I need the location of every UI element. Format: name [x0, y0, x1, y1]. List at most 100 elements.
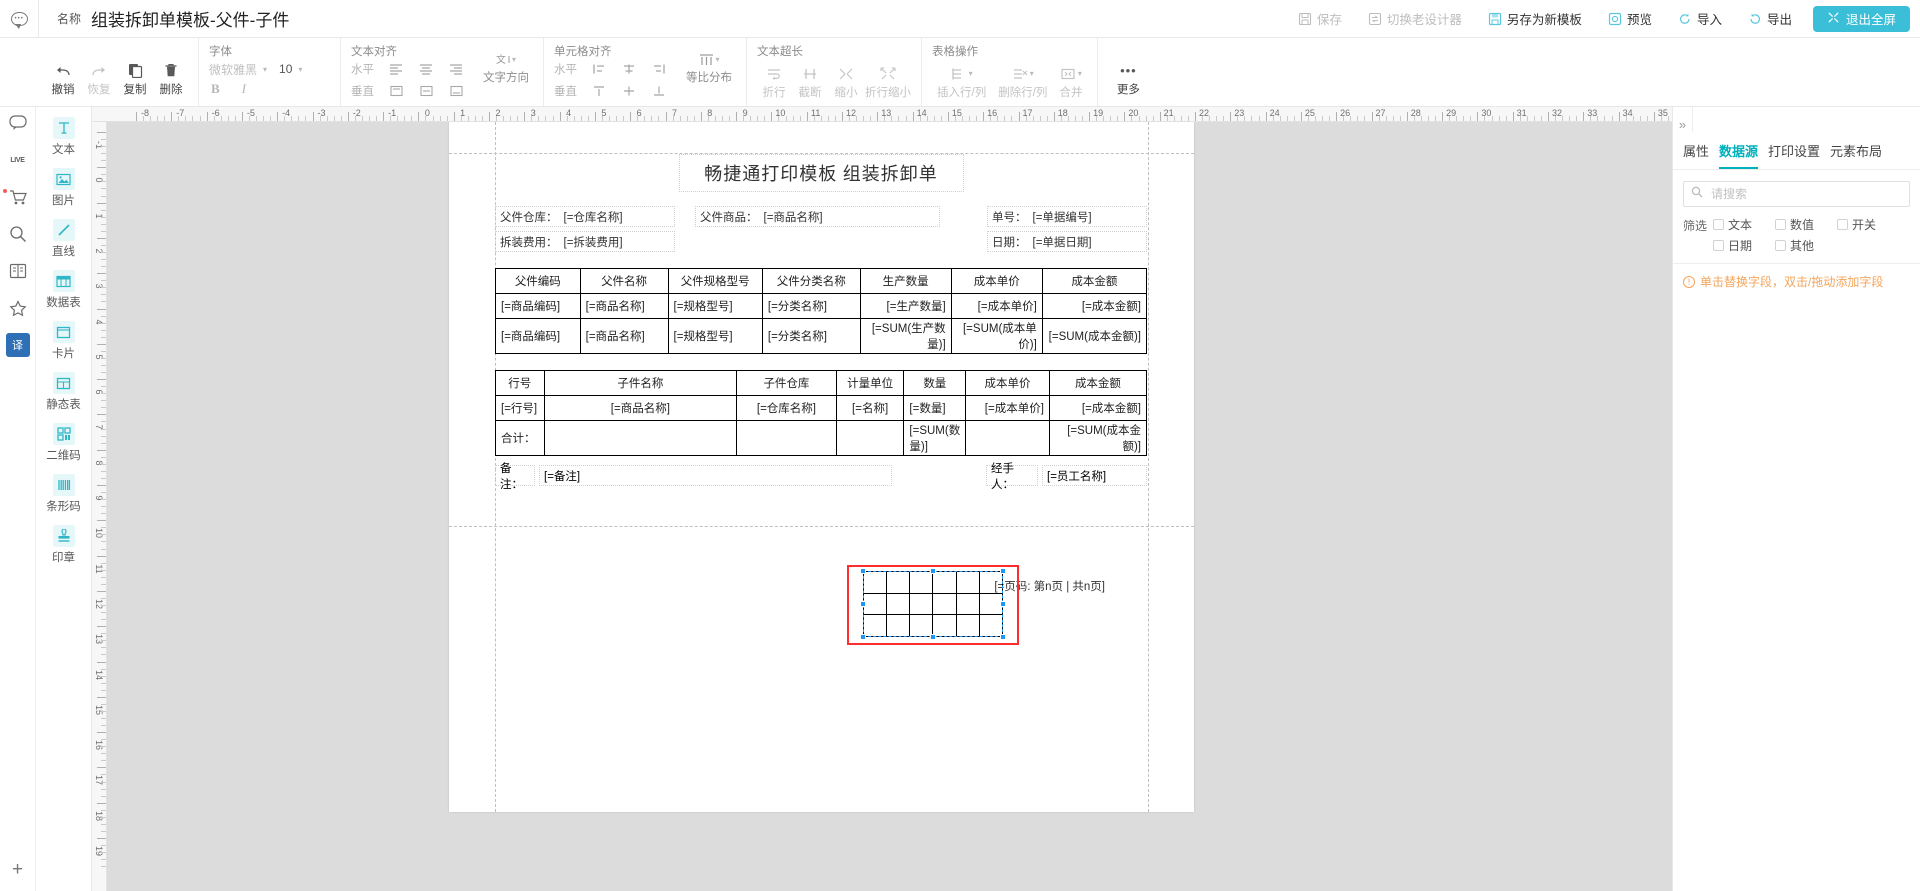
canvas-scroll-area[interactable]: 畅捷通打印模板 组装拆卸单 父件仓库： [=仓库名称] 父件商品： [=商品名称…: [107, 122, 1672, 891]
handler-label-box[interactable]: 经手人：: [986, 465, 1038, 486]
truncate-button[interactable]: 截断: [793, 62, 827, 100]
selected-static-table[interactable]: [847, 565, 1019, 645]
merge-cells-button[interactable]: ▾ 合并: [1054, 62, 1087, 100]
live-icon[interactable]: LIVE: [6, 148, 30, 172]
save-as-new-template-button[interactable]: 另存为新模板: [1475, 0, 1595, 38]
text-tool[interactable]: 文本: [37, 117, 91, 157]
delete-row-col-button[interactable]: ▾ 删除行/列: [993, 62, 1052, 100]
cell-valign-top-icon[interactable]: [584, 81, 614, 101]
insert-row-col-button[interactable]: ▾ 插入行/列: [932, 62, 991, 100]
import-button[interactable]: 导入: [1665, 0, 1735, 38]
parent-r1c6[interactable]: [=SUM(成本金额)]: [1042, 319, 1146, 354]
parent-r0c3[interactable]: [=分类名称]: [762, 294, 860, 319]
horizontal-ruler[interactable]: -8-7-6-5-4-3-2-1012345678910111213141516…: [92, 107, 1672, 122]
card-tool[interactable]: 卡片: [37, 321, 91, 361]
distribute-evenly-button[interactable]: ▾ 等比分布: [682, 50, 736, 85]
parent-r0c5[interactable]: [=成本单价]: [951, 294, 1042, 319]
valign-middle-icon[interactable]: [411, 81, 441, 101]
resize-handle-nw[interactable]: [860, 568, 866, 574]
child-total-label[interactable]: 合计：: [496, 421, 545, 456]
child-total-blank-4[interactable]: [966, 421, 1050, 456]
parent-r0c0[interactable]: [=商品编码]: [496, 294, 581, 319]
parent-r1c1[interactable]: [=商品名称]: [580, 319, 668, 354]
cart-icon[interactable]: [6, 185, 30, 209]
child-table[interactable]: 行号 子件名称 子件仓库 计量单位 数量 成本单价 成本金额: [495, 370, 1147, 456]
text-direction-button[interactable]: 文 ▾ 文字方向: [479, 50, 533, 85]
delete-button[interactable]: 删除: [154, 59, 188, 97]
cell-align-right-icon[interactable]: [644, 59, 674, 79]
remark-value-box[interactable]: [=备注]: [539, 465, 892, 486]
cell-align-center-icon[interactable]: [614, 59, 644, 79]
cell-valign-middle-icon[interactable]: [614, 81, 644, 101]
preview-button[interactable]: 预览: [1595, 0, 1665, 38]
copy-button[interactable]: 复制: [118, 59, 152, 97]
document-title[interactable]: 畅捷通打印模板 组装拆卸单: [679, 154, 964, 192]
child-r0c1[interactable]: [=商品名称]: [544, 396, 737, 421]
align-right-icon[interactable]: [441, 59, 471, 79]
italic-button[interactable]: I: [242, 81, 246, 97]
statictable-tool[interactable]: 静态表: [37, 372, 91, 412]
table-row[interactable]: [=行号] [=商品名称] [=仓库名称] [=名称] [=数量] [=成本单价…: [496, 396, 1147, 421]
tab-datasource[interactable]: 数据源: [1719, 141, 1758, 169]
child-r0c5[interactable]: [=成本单价]: [966, 396, 1050, 421]
resize-handle-n[interactable]: [930, 568, 936, 574]
font-family-value[interactable]: 微软雅黑: [209, 61, 257, 78]
parent-r0c4[interactable]: [=生产数量]: [860, 294, 951, 319]
resize-handle-sw[interactable]: [860, 634, 866, 640]
remark-label-box[interactable]: 备注：: [495, 465, 535, 486]
table-row[interactable]: [=商品编码] [=商品名称] [=规格型号] [=分类名称] [=生产数量] …: [496, 294, 1147, 319]
tab-properties[interactable]: 属性: [1683, 141, 1709, 169]
export-button[interactable]: 导出: [1735, 0, 1805, 38]
exit-fullscreen-button[interactable]: 退出全屏: [1813, 6, 1910, 32]
page-number-field[interactable]: [=页码: 第n页 | 共n页]: [495, 578, 1147, 594]
parent-r1c5[interactable]: [=SUM(成本单价)]: [951, 319, 1042, 354]
child-r0c6[interactable]: [=成本金额]: [1049, 396, 1146, 421]
qrcode-tool[interactable]: 二维码: [37, 423, 91, 463]
static-table-element[interactable]: [863, 571, 1003, 637]
filter-date-checkbox[interactable]: 日期: [1713, 237, 1775, 254]
field-disassembly-fee[interactable]: 拆装费用： [=拆装费用]: [495, 231, 675, 252]
parent-table[interactable]: 父件编码 父件名称 父件规格型号 父件分类名称 生产数量 成本单价 成本金额: [495, 268, 1147, 354]
child-total-amount[interactable]: [=SUM(成本金额)]: [1049, 421, 1146, 456]
add-tool-button[interactable]: +: [12, 859, 23, 881]
resize-handle-e[interactable]: [1000, 601, 1006, 607]
field-date[interactable]: 日期： [=单据日期]: [987, 231, 1147, 252]
translate-icon[interactable]: 译: [6, 333, 30, 357]
child-r0c2[interactable]: [=仓库名称]: [737, 396, 837, 421]
datatable-tool[interactable]: 数据表: [37, 270, 91, 310]
switch-old-designer-button[interactable]: 切换老设计器: [1355, 0, 1475, 38]
search-icon[interactable]: [6, 222, 30, 246]
undo-button[interactable]: 撤销: [46, 59, 80, 97]
table-total-row[interactable]: 合计： [=SUM(数量)] [=SUM(成本金额)]: [496, 421, 1147, 456]
stamp-tool[interactable]: 印章: [37, 525, 91, 565]
bold-button[interactable]: B: [211, 81, 220, 97]
field-parent-product[interactable]: 父件商品： [=商品名称]: [695, 206, 940, 227]
barcode-tool[interactable]: 条形码: [37, 474, 91, 514]
save-button[interactable]: 保存: [1285, 0, 1355, 38]
parent-r1c0[interactable]: [=商品编码]: [496, 319, 581, 354]
child-r0c4[interactable]: [=数量]: [904, 396, 966, 421]
child-total-qty[interactable]: [=SUM(数量)]: [904, 421, 966, 456]
child-total-blank-1[interactable]: [544, 421, 737, 456]
child-r0c3[interactable]: [=名称]: [836, 396, 904, 421]
filter-other-checkbox[interactable]: 其他: [1775, 237, 1837, 254]
field-parent-warehouse[interactable]: 父件仓库： [=仓库名称]: [495, 206, 675, 227]
font-family-caret-icon[interactable]: ▾: [263, 65, 267, 74]
font-size-value[interactable]: 10: [279, 62, 292, 76]
field-doc-number[interactable]: 单号： [=单据编号]: [987, 206, 1147, 227]
design-page[interactable]: 畅捷通打印模板 组装拆卸单 父件仓库： [=仓库名称] 父件商品： [=商品名称…: [449, 122, 1194, 812]
handler-value-box[interactable]: [=员工名称]: [1042, 465, 1147, 486]
table-row[interactable]: [=商品编码] [=商品名称] [=规格型号] [=分类名称] [=SUM(生产…: [496, 319, 1147, 354]
child-total-blank-2[interactable]: [737, 421, 837, 456]
parent-r1c4[interactable]: [=SUM(生产数量)]: [860, 319, 951, 354]
child-r0c0[interactable]: [=行号]: [496, 396, 545, 421]
wrap-shrink-button[interactable]: 折行缩小: [865, 62, 911, 100]
resize-handle-s[interactable]: [930, 634, 936, 640]
resize-handle-se[interactable]: [1000, 634, 1006, 640]
vertical-ruler[interactable]: -1012345678910111213141516171819: [92, 122, 107, 891]
book-icon[interactable]: [6, 259, 30, 283]
filter-text-checkbox[interactable]: 文本: [1713, 216, 1775, 233]
cell-valign-bottom-icon[interactable]: [644, 81, 674, 101]
resize-handle-ne[interactable]: [1000, 568, 1006, 574]
parent-r1c2[interactable]: [=规格型号]: [668, 319, 762, 354]
